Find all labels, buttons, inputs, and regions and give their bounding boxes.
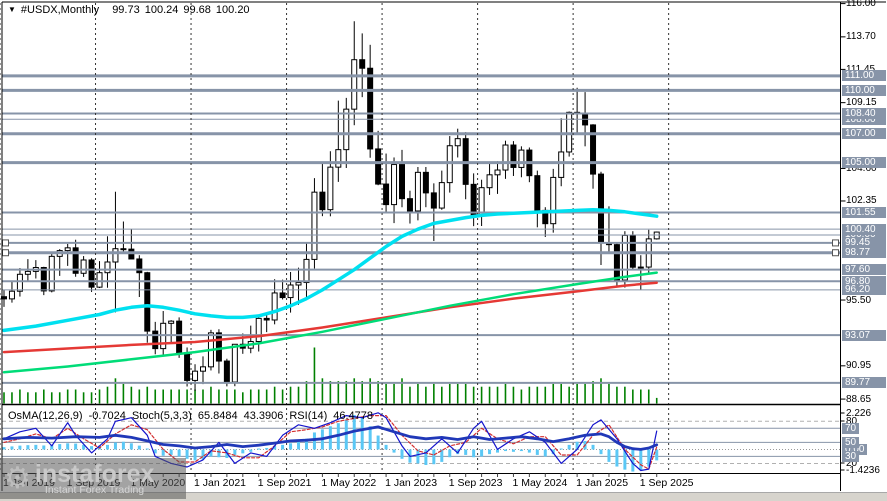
candle-body xyxy=(16,273,23,292)
candle-body xyxy=(24,270,31,275)
candle-body xyxy=(518,149,525,168)
candle-body xyxy=(534,175,541,211)
candle-body xyxy=(223,360,230,383)
candle-body xyxy=(319,191,326,211)
candle-body xyxy=(303,258,310,284)
candle-body xyxy=(438,182,445,209)
candle-body xyxy=(120,248,127,251)
candle-body xyxy=(231,343,238,383)
candle-body xyxy=(176,320,183,354)
candle-body xyxy=(399,164,405,200)
chart-title-line: ▼ #USDX,Monthly 99.73 100.24 99.68 100.20 xyxy=(8,4,250,16)
candle-body xyxy=(502,144,509,171)
candle-body xyxy=(550,176,557,225)
instaforex-watermark: ⚙ instaforex Instant Forex Trading xyxy=(0,458,186,499)
candle-body xyxy=(653,231,660,240)
candle-body xyxy=(335,149,342,168)
chart-window: 116.00 113.70 111.45 109.15 104.60 102.35 95.5… xyxy=(0,0,887,501)
watermark-tagline: Instant Forex Trading xyxy=(44,483,145,496)
candle-body xyxy=(40,266,47,292)
osma-label: OsMA(12,26,9) xyxy=(8,410,83,422)
candle-body xyxy=(184,352,191,381)
candle-body xyxy=(637,266,644,269)
candle-body xyxy=(351,59,358,110)
candle-body xyxy=(279,292,286,299)
candle-body xyxy=(96,272,103,288)
candle-body xyxy=(367,67,374,150)
candle-body xyxy=(414,171,421,212)
osma-value: -0.7024 xyxy=(88,410,126,422)
candle-body xyxy=(215,332,222,362)
candle-body xyxy=(8,290,15,300)
candle-body xyxy=(406,198,413,212)
candle-body xyxy=(152,330,159,350)
line-handle xyxy=(2,249,9,257)
indicator-label-line: OsMA(12,26,9) -0.7024 Stoch(5,3,3) 65.8484 4… xyxy=(8,410,379,422)
candle-body xyxy=(566,111,573,153)
candle-body xyxy=(430,192,437,209)
candle-body xyxy=(112,248,119,263)
candle-body xyxy=(327,166,334,211)
candle-body xyxy=(271,292,278,321)
ohlc-low: 99.68 xyxy=(183,4,211,16)
candle-body xyxy=(478,187,485,217)
candle-body xyxy=(104,261,111,274)
symbol-timeframe: #USDX,Monthly xyxy=(20,4,100,16)
candle-body xyxy=(383,183,390,206)
candle-body xyxy=(88,259,95,288)
candle-body xyxy=(192,370,199,381)
line-handle xyxy=(2,239,9,247)
candle-body xyxy=(287,284,294,299)
ohlc-close: 100.20 xyxy=(215,4,250,16)
candle-body xyxy=(343,108,350,151)
candle-body xyxy=(486,174,493,189)
chart-canvas xyxy=(0,1,886,491)
candle-body xyxy=(470,183,477,217)
candle-body xyxy=(80,259,87,274)
stoch-signal-value: 43.3906 xyxy=(243,410,284,422)
ma-red-line xyxy=(2,281,658,354)
candle-body xyxy=(613,244,620,281)
rsi-label: RSI(14) xyxy=(289,410,328,422)
candle-body xyxy=(359,59,366,69)
watermark-text: instaforex Instant Forex Trading xyxy=(34,459,155,496)
candle-body xyxy=(200,366,206,372)
ohlc-high: 100.24 xyxy=(144,4,179,16)
candle-body xyxy=(391,164,398,206)
line-handle xyxy=(832,239,839,247)
watermark-brand: instaforex xyxy=(34,459,155,488)
candle-body xyxy=(168,320,175,324)
line-handle xyxy=(832,249,839,257)
candle-body xyxy=(446,145,453,184)
candle-body xyxy=(64,247,71,252)
ohlc-open: 99.73 xyxy=(112,4,140,16)
candle-body xyxy=(48,255,55,292)
candle-body xyxy=(375,148,382,185)
candle-body xyxy=(295,282,302,286)
chart-menu-arrow-icon[interactable]: ▼ xyxy=(8,5,16,14)
candle-body xyxy=(454,138,461,147)
rsi-value: 46.4778 xyxy=(333,410,374,422)
candle-body xyxy=(255,317,262,343)
stoch-main-value: 65.8484 xyxy=(197,410,238,422)
candle-body xyxy=(263,317,270,321)
instaforex-gear-icon: ⚙ xyxy=(4,461,31,495)
stoch-label: Stoch(5,3,3) xyxy=(131,410,192,422)
candle-body xyxy=(422,171,429,194)
candle-body xyxy=(558,151,565,178)
candle-body xyxy=(311,191,318,260)
candle-body xyxy=(494,169,501,176)
